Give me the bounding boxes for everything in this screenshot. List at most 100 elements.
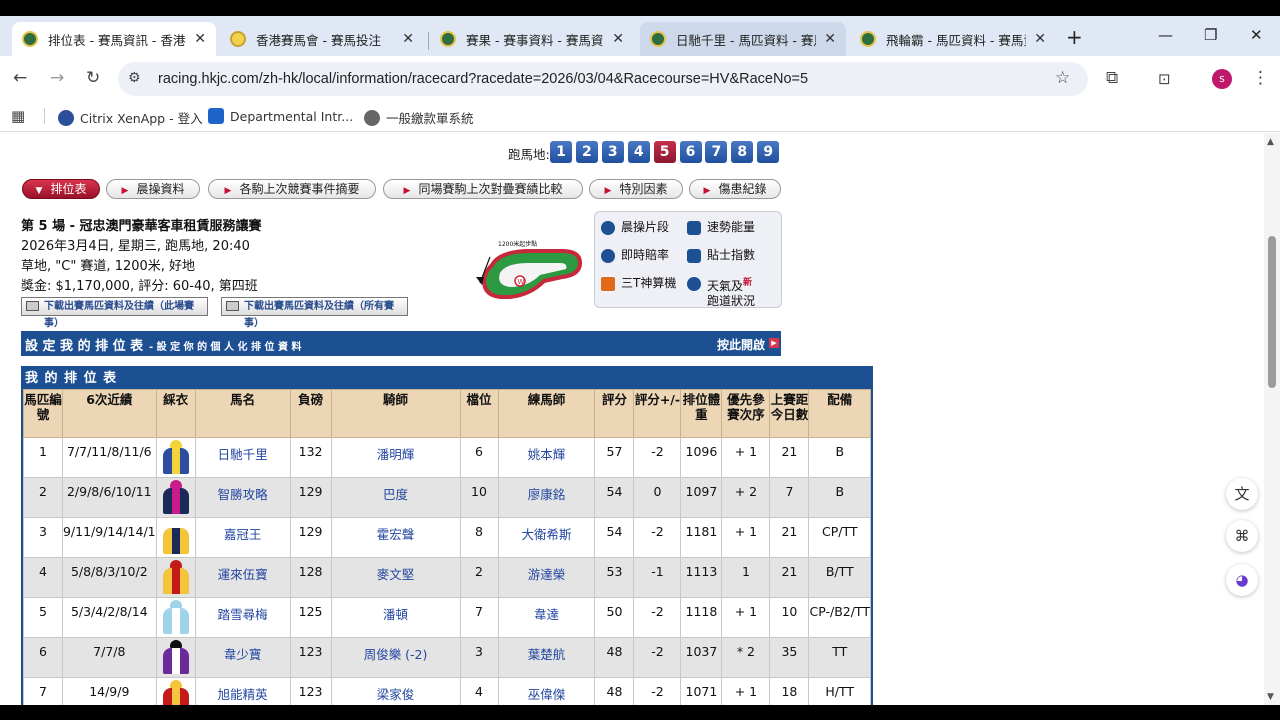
- col-header[interactable]: 6次近績: [61, 389, 157, 438]
- subtab-morning-work[interactable]: ▶ 晨操資料: [106, 179, 200, 199]
- close-tab-icon[interactable]: ✕: [402, 31, 414, 47]
- extensions-icon[interactable]: ⧉: [1106, 68, 1118, 88]
- cell-horse[interactable]: 智勝攻略: [194, 477, 291, 518]
- assistant-icon[interactable]: ◕: [1226, 564, 1258, 596]
- tab-horse-2[interactable]: 飛輪霸 - 馬匹資料 - 賽馬資 ✕: [850, 22, 1056, 56]
- col-header[interactable]: 馬名: [194, 389, 291, 438]
- cell-jockey[interactable]: 周俊樂 (-2): [330, 637, 461, 678]
- cell-diff: 0: [633, 477, 682, 518]
- tab-horse-1[interactable]: 日馳千里 - 馬匹資料 - 賽馬 ✕: [640, 22, 846, 56]
- tab-betting[interactable]: 香港賽馬會 - 賽馬投注 ✕: [220, 22, 424, 56]
- cell-trainer[interactable]: 廖康銘: [497, 477, 596, 518]
- cell-horse[interactable]: 嘉冠王: [194, 517, 291, 558]
- download-this-race-button[interactable]: 下載出賽馬匹資料及往績（此場賽事）: [21, 297, 208, 329]
- close-tab-icon[interactable]: ✕: [194, 31, 206, 47]
- url-text[interactable]: racing.hkjc.com/zh-hk/local/information/…: [158, 71, 808, 87]
- bookmark-payment[interactable]: 一般繳款單系統: [364, 108, 474, 127]
- cell-jockey[interactable]: 梁家俊: [330, 677, 461, 705]
- race-6-button[interactable]: 6: [679, 141, 702, 163]
- calculator-icon: [601, 277, 615, 291]
- bookmark-star-icon[interactable]: ☆: [1055, 68, 1070, 88]
- col-header[interactable]: 檔位: [459, 389, 499, 438]
- tab-results[interactable]: 賽果 - 賽事資料 - 賽馬資訊 ✕: [430, 22, 634, 56]
- apps-grid-icon[interactable]: ▦: [11, 107, 25, 125]
- menu-kebab-icon[interactable]: ⋮: [1252, 68, 1269, 88]
- cell-trainer[interactable]: 巫偉傑: [497, 677, 596, 705]
- scroll-up-arrow-icon[interactable]: ▲: [1267, 137, 1274, 147]
- cell-days: 7: [769, 477, 810, 518]
- translate-icon[interactable]: 文: [1226, 478, 1258, 510]
- cell-horse[interactable]: 運來伍寶: [194, 557, 291, 598]
- tab-search-icon[interactable]: ⊡: [1158, 70, 1171, 88]
- cell-horse[interactable]: 踏雪尋梅: [194, 597, 291, 638]
- col-header[interactable]: 上賽距今日數: [769, 389, 810, 438]
- cell-trainer[interactable]: 大衛希斯: [497, 517, 596, 558]
- cell-horse[interactable]: 韋少寶: [194, 637, 291, 678]
- tool-live-odds[interactable]: 即時賠率: [601, 248, 669, 263]
- col-header[interactable]: 評分: [594, 389, 635, 438]
- restore-icon[interactable]: ❐: [1204, 26, 1217, 44]
- tool-tt-calculator[interactable]: 三T神算機: [601, 276, 676, 291]
- subtab-head-to-head[interactable]: ▶ 同場賽駒上次對疊賽績比較: [383, 179, 583, 199]
- download-all-races-button[interactable]: 下載出賽馬匹資料及往績（所有賽事）: [221, 297, 408, 329]
- open-arrow-icon[interactable]: ▶: [769, 338, 779, 348]
- scroll-down-arrow-icon[interactable]: ▼: [1267, 692, 1274, 702]
- cell-trainer[interactable]: 姚本輝: [497, 437, 596, 478]
- race-5-button[interactable]: 5: [653, 141, 676, 163]
- col-header[interactable]: 練馬師: [497, 389, 596, 438]
- cell-horse[interactable]: 日馳千里: [194, 437, 291, 478]
- grid-tools-icon[interactable]: ⌘: [1226, 520, 1258, 552]
- cell-no: 5: [23, 597, 63, 638]
- page-scrollbar[interactable]: [1264, 133, 1280, 705]
- race-7-button[interactable]: 7: [705, 141, 728, 163]
- col-header[interactable]: 騎師: [330, 389, 461, 438]
- profile-avatar[interactable]: s: [1212, 69, 1232, 89]
- close-tab-icon[interactable]: ✕: [824, 31, 836, 47]
- race-9-button[interactable]: 9: [757, 141, 780, 163]
- tool-weather-track[interactable]: 天氣及新 跑道狀況: [687, 276, 755, 309]
- page-scrollbar-thumb[interactable]: [1268, 236, 1276, 388]
- tool-speed-pro[interactable]: 速勢能量: [687, 220, 755, 235]
- tool-morning-video[interactable]: 晨操片段: [601, 220, 669, 235]
- close-window-icon[interactable]: ✕: [1250, 26, 1263, 44]
- col-header[interactable]: 負磅: [289, 389, 332, 438]
- cell-jockey[interactable]: 潘頓: [330, 597, 461, 638]
- cell-jockey[interactable]: 霍宏聲: [330, 517, 461, 558]
- cell-jockey[interactable]: 麥文堅: [330, 557, 461, 598]
- race-1-button[interactable]: 1: [550, 141, 572, 163]
- bookmark-departmental[interactable]: Departmental Intr...: [208, 108, 353, 124]
- cell-trainer[interactable]: 游達榮: [497, 557, 596, 598]
- subtab-racecard[interactable]: ▼ 排位表: [22, 179, 100, 199]
- bookmark-citrix[interactable]: Citrix XenApp - 登入: [58, 108, 203, 127]
- subtab-last-run[interactable]: ▶ 各駒上次競賽事件摘要: [208, 179, 376, 199]
- race-4-button[interactable]: 4: [627, 141, 650, 163]
- cell-draw: 2: [459, 557, 499, 598]
- close-tab-icon[interactable]: ✕: [612, 31, 624, 47]
- site-info-icon[interactable]: ⚙: [128, 70, 141, 86]
- new-tab-icon[interactable]: +: [1066, 25, 1083, 49]
- col-header[interactable]: 優先參賽次序: [721, 389, 771, 438]
- minimize-icon[interactable]: —: [1158, 26, 1173, 44]
- customize-open-link[interactable]: 按此開啟: [717, 336, 765, 353]
- cell-trainer[interactable]: 葉楚航: [497, 637, 596, 678]
- race-8-button[interactable]: 8: [731, 141, 754, 163]
- reload-icon[interactable]: ↻: [86, 68, 100, 88]
- race-2-button[interactable]: 2: [575, 141, 598, 163]
- cell-rating: 57: [594, 437, 635, 478]
- col-header[interactable]: 排位體重: [680, 389, 723, 438]
- close-tab-icon[interactable]: ✕: [1034, 31, 1046, 47]
- subtab-special-factors[interactable]: ▶ 特別因素: [589, 179, 683, 199]
- cell-jockey[interactable]: 潘明輝: [330, 437, 461, 478]
- tool-tips-index[interactable]: 貼士指數: [687, 248, 755, 263]
- cell-trainer[interactable]: 韋達: [497, 597, 596, 638]
- cell-jockey[interactable]: 巴度: [330, 477, 461, 518]
- race-3-button[interactable]: 3: [601, 141, 624, 163]
- forward-icon[interactable]: →: [50, 68, 64, 88]
- col-header[interactable]: 評分+/-: [633, 389, 682, 438]
- tab-racecard[interactable]: 排位表 - 賽馬資訊 - 香港賽 ✕: [12, 22, 216, 56]
- col-header[interactable]: 馬匹編號: [23, 389, 63, 438]
- back-icon[interactable]: ←: [13, 68, 27, 88]
- cell-horse[interactable]: 旭能精英: [194, 677, 291, 705]
- table-row: 2 2/9/8/6/10/11 智勝攻略 129 巴度 10 廖康銘 54 0 1097 + 27B: [23, 477, 871, 518]
- subtab-injury[interactable]: ▶ 傷患紀錄: [689, 179, 781, 199]
